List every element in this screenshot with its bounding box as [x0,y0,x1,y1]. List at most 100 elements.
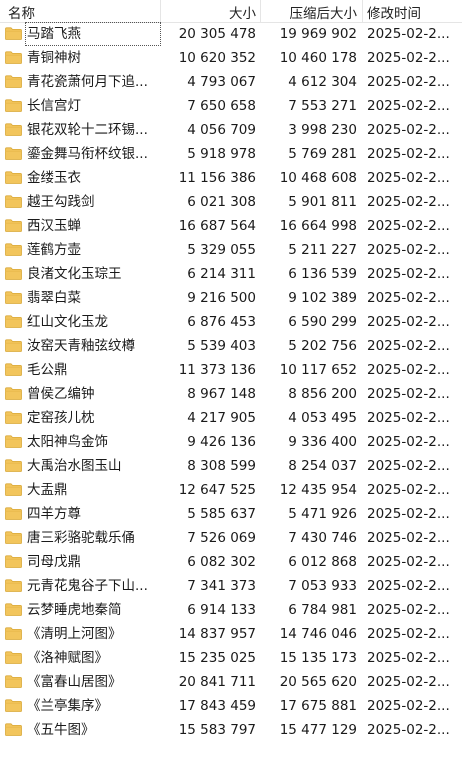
folder-icon [5,291,22,304]
file-row[interactable]: 太阳神鸟金饰 9 426 136 9 336 400 2025-02-2... [0,430,462,454]
file-name: 越王勾践剑 [27,194,95,210]
folder-icon [5,51,22,64]
file-name: 鎏金舞马衔杯纹银... [27,146,148,162]
folder-icon [5,531,22,544]
file-modified-date: 2025-02-2... [367,122,450,138]
file-compressed-size: 14 746 046 [279,626,357,642]
file-size: 6 914 133 [187,602,256,618]
file-size: 20 841 711 [178,674,256,690]
file-compressed-size: 15 135 173 [279,650,357,666]
file-size: 14 837 957 [178,626,256,642]
file-name: 曾侯乙编钟 [27,386,95,402]
file-compressed-size: 9 102 389 [288,290,357,306]
file-modified-date: 2025-02-2... [367,434,450,450]
file-name: 唐三彩骆驼载乐俑 [27,530,135,546]
file-size: 7 341 373 [187,578,256,594]
file-row[interactable]: 翡翠白菜 9 216 500 9 102 389 2025-02-2... [0,286,462,310]
file-name: 太阳神鸟金饰 [27,434,108,450]
file-modified-date: 2025-02-2... [367,74,450,90]
file-modified-date: 2025-02-2... [367,698,450,714]
column-header-size[interactable]: 大小 [229,2,256,22]
file-modified-date: 2025-02-2... [367,362,450,378]
file-row[interactable]: 青花瓷萧何月下追... 4 793 067 4 612 304 2025-02-2..… [0,70,462,94]
file-modified-date: 2025-02-2... [367,26,450,42]
file-size: 5 585 637 [187,506,256,522]
file-name: 翡翠白菜 [27,290,81,306]
file-row[interactable]: 《兰亭集序》 17 843 459 17 675 881 2025-02-2... [0,694,462,718]
column-divider[interactable] [362,0,363,22]
file-row[interactable]: 《五牛图》 15 583 797 15 477 129 2025-02-2... [0,718,462,742]
file-row[interactable]: 大禹治水图玉山 8 308 599 8 254 037 2025-02-2... [0,454,462,478]
file-name: 《兰亭集序》 [27,698,108,714]
file-row[interactable]: 元青花鬼谷子下山... 7 341 373 7 053 933 2025-02-2..… [0,574,462,598]
file-modified-date: 2025-02-2... [367,338,450,354]
column-header-bar: 名称 大小 压缩后大小 修改时间 [0,0,462,23]
file-compressed-size: 17 675 881 [279,698,357,714]
file-name: 银花双轮十二环锡... [27,122,148,138]
file-modified-date: 2025-02-2... [367,458,450,474]
file-row[interactable]: 青铜神树 10 620 352 10 460 178 2025-02-2... [0,46,462,70]
file-size: 8 967 148 [187,386,256,402]
file-compressed-size: 16 664 998 [279,218,357,234]
file-size: 6 021 308 [187,194,256,210]
file-row[interactable]: 汝窑天青釉弦纹樽 5 539 403 5 202 756 2025-02-2... [0,334,462,358]
folder-icon [5,267,22,280]
folder-icon [5,459,22,472]
column-header-modified[interactable]: 修改时间 [367,2,421,22]
file-modified-date: 2025-02-2... [367,290,450,306]
column-header-compressed-size[interactable]: 压缩后大小 [290,2,358,22]
column-divider[interactable] [260,0,261,22]
file-row[interactable]: 司母戊鼎 6 082 302 6 012 868 2025-02-2... [0,550,462,574]
file-compressed-size: 5 769 281 [288,146,357,162]
folder-icon [5,507,22,520]
file-size: 6 214 311 [187,266,256,282]
file-name: 青花瓷萧何月下追... [27,74,148,90]
file-row[interactable]: 马踏飞燕 20 305 478 19 969 902 2025-02-2... [0,22,462,46]
file-modified-date: 2025-02-2... [367,530,450,546]
file-compressed-size: 19 969 902 [279,26,357,42]
folder-icon [5,651,22,664]
file-row[interactable]: 良渚文化玉琮王 6 214 311 6 136 539 2025-02-2... [0,262,462,286]
file-row[interactable]: 毛公鼎 11 373 136 10 117 652 2025-02-2... [0,358,462,382]
file-row[interactable]: 银花双轮十二环锡... 4 056 709 3 998 230 2025-02-2..… [0,118,462,142]
file-compressed-size: 10 468 608 [279,170,357,186]
file-name: 红山文化玉龙 [27,314,108,330]
file-row[interactable]: 红山文化玉龙 6 876 453 6 590 299 2025-02-2... [0,310,462,334]
folder-icon [5,699,22,712]
column-header-name[interactable]: 名称 [8,2,35,22]
folder-icon [5,555,22,568]
file-row[interactable]: 越王勾践剑 6 021 308 5 901 811 2025-02-2... [0,190,462,214]
file-size: 12 647 525 [178,482,256,498]
folder-icon [5,27,22,40]
folder-icon [5,579,22,592]
file-row[interactable]: 莲鹤方壶 5 329 055 5 211 227 2025-02-2... [0,238,462,262]
file-compressed-size: 3 998 230 [288,122,357,138]
file-row[interactable]: 大盂鼎 12 647 525 12 435 954 2025-02-2... [0,478,462,502]
file-row[interactable]: 鎏金舞马衔杯纹银... 5 918 978 5 769 281 2025-02-2..… [0,142,462,166]
file-name: 马踏飞燕 [25,22,161,46]
file-row[interactable]: 定窑孩儿枕 4 217 905 4 053 495 2025-02-2... [0,406,462,430]
file-name: 元青花鬼谷子下山... [27,578,148,594]
file-size: 5 918 978 [187,146,256,162]
file-row[interactable]: 曾侯乙编钟 8 967 148 8 856 200 2025-02-2... [0,382,462,406]
file-row[interactable]: 《富春山居图》 20 841 711 20 565 620 2025-02-2... [0,670,462,694]
folder-icon [5,339,22,352]
file-name: 莲鹤方壶 [27,242,81,258]
file-row[interactable]: 唐三彩骆驼载乐俑 7 526 069 7 430 746 2025-02-2... [0,526,462,550]
file-size: 11 373 136 [178,362,256,378]
file-size: 5 539 403 [187,338,256,354]
file-size: 6 082 302 [187,554,256,570]
file-row[interactable]: 长信宫灯 7 650 658 7 553 271 2025-02-2... [0,94,462,118]
column-divider[interactable] [160,0,161,22]
file-row[interactable]: 《清明上河图》 14 837 957 14 746 046 2025-02-2... [0,622,462,646]
file-row[interactable]: 西汉玉蝉 16 687 564 16 664 998 2025-02-2... [0,214,462,238]
file-compressed-size: 12 435 954 [279,482,357,498]
file-row[interactable]: 金缕玉衣 11 156 386 10 468 608 2025-02-2... [0,166,462,190]
file-row[interactable]: 四羊方尊 5 585 637 5 471 926 2025-02-2... [0,502,462,526]
file-row[interactable]: 云梦睡虎地秦简 6 914 133 6 784 981 2025-02-2... [0,598,462,622]
file-modified-date: 2025-02-2... [367,218,450,234]
file-row[interactable]: 《洛神赋图》 15 235 025 15 135 173 2025-02-2... [0,646,462,670]
file-name: 青铜神树 [27,50,81,66]
file-compressed-size: 4 053 495 [288,410,357,426]
file-size: 17 843 459 [178,698,256,714]
